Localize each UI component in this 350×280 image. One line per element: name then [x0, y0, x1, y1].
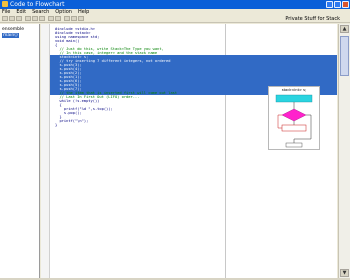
- window-title: Code to Flowchart: [10, 1, 65, 8]
- maximize-button[interactable]: [334, 1, 341, 8]
- code-line[interactable]: }: [55, 123, 57, 127]
- paste-icon[interactable]: [39, 16, 45, 21]
- copy-icon[interactable]: [32, 16, 38, 21]
- minimize-button[interactable]: [326, 1, 333, 8]
- scroll-down-icon[interactable]: ▼: [340, 269, 349, 277]
- tree-item-ensemble[interactable]: ensemble: [2, 27, 24, 32]
- line-gutter: [41, 24, 50, 278]
- tree-item-main[interactable]: main(): [2, 33, 19, 38]
- cut-icon[interactable]: [25, 16, 31, 21]
- flow-process-box: [275, 94, 313, 103]
- new-file-icon[interactable]: [2, 16, 8, 21]
- flowchart-preview[interactable]: stack<int> s;: [268, 86, 320, 150]
- toolbar-status-label: Private Stuff for Stack: [285, 16, 340, 22]
- find-icon[interactable]: [64, 16, 70, 21]
- scroll-thumb[interactable]: [340, 36, 349, 76]
- flow-decision-diamond: [281, 108, 307, 122]
- flowchart-icon[interactable]: [71, 16, 77, 21]
- title-bar[interactable]: Code to Flowchart: [0, 0, 350, 9]
- flowchart-diagram: [275, 94, 313, 148]
- code-line[interactable]: printf("\n");: [55, 119, 88, 123]
- application-window: Code to Flowchart File Edit Search Optio…: [0, 0, 350, 280]
- code-line[interactable]: void main(): [55, 39, 79, 43]
- vertical-scrollbar[interactable]: ▲ ▼: [338, 24, 350, 278]
- run-icon[interactable]: [78, 16, 84, 21]
- toolbar: Private Stuff for Stack: [0, 15, 350, 23]
- open-file-icon[interactable]: [9, 16, 15, 21]
- close-button[interactable]: [342, 1, 349, 8]
- flow-body-box: [281, 124, 307, 132]
- window-controls: [326, 1, 349, 8]
- redo-icon[interactable]: [55, 16, 61, 21]
- flow-end-box: [285, 142, 303, 148]
- app-icon: [2, 1, 8, 7]
- scroll-up-icon[interactable]: ▲: [340, 25, 349, 33]
- undo-icon[interactable]: [48, 16, 54, 21]
- flow-loop-line: [277, 114, 282, 129]
- function-tree-panel: ensemble main(): [0, 24, 40, 278]
- save-icon[interactable]: [16, 16, 22, 21]
